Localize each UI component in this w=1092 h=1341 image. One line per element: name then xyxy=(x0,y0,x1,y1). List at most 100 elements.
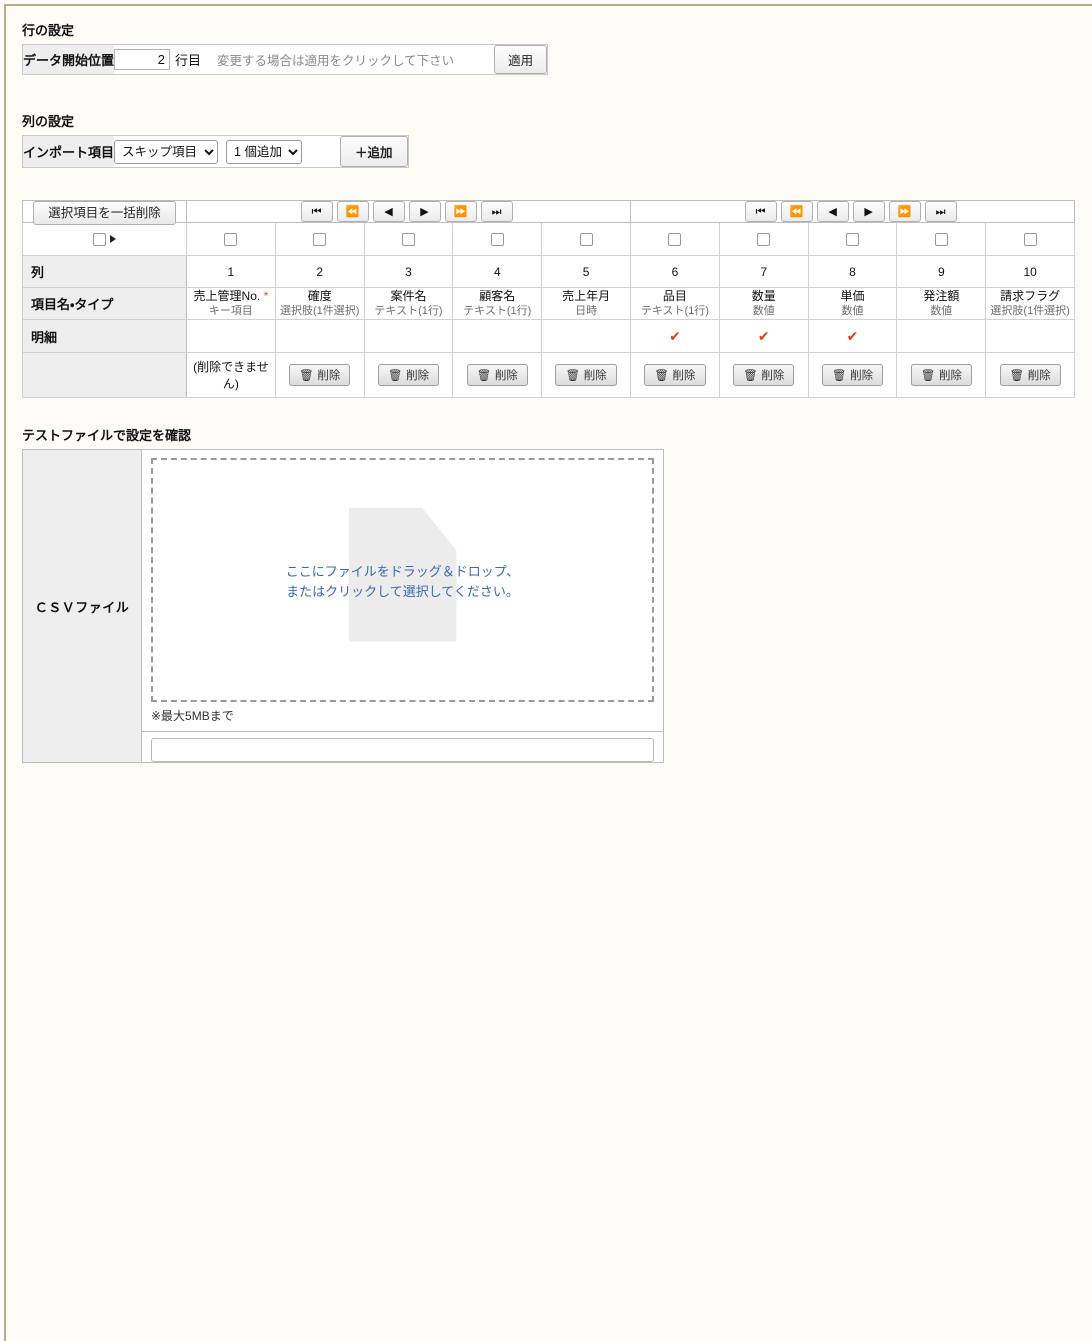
field-name: 案件名 xyxy=(390,289,427,303)
field-type: テキスト(1行) xyxy=(463,305,532,318)
delete-cell: 🗑 削除 xyxy=(452,352,543,399)
delete-cell: 🗑 削除 xyxy=(896,352,987,399)
nav-last-button[interactable]: ⏭ xyxy=(480,201,513,222)
detail-cell xyxy=(274,319,365,354)
row-settings-table: データ開始位置 行目 変更する場合は適用をクリックして下さい 適用 xyxy=(22,44,549,75)
field-type: 数値 xyxy=(841,305,864,318)
field-name: 確度 xyxy=(307,289,332,303)
nav-previous-button[interactable]: ◀ xyxy=(816,201,849,222)
field-type: テキスト(1行) xyxy=(374,305,443,318)
delete-column-8-button[interactable]: 🗑 削除 xyxy=(821,364,884,387)
delete-cell: 🗑 削除 xyxy=(985,352,1076,399)
column-5-checkbox[interactable] xyxy=(579,233,593,247)
nav-next-button[interactable]: ▶ xyxy=(852,201,885,222)
nav-fast-backward-button[interactable]: ⏪ xyxy=(780,201,813,222)
nav-next-button[interactable]: ▶ xyxy=(408,201,441,222)
select-all-checkbox[interactable] xyxy=(93,233,106,247)
max-size-note: ※最大5MBまで xyxy=(151,709,234,723)
column-7-checkbox[interactable] xyxy=(757,233,771,247)
field-name: 売上年月 xyxy=(562,289,611,303)
nav-right-group: ⏮ ⏪ ◀ ▶ ⏩ ⏭ xyxy=(630,200,1076,223)
delete-column-4-button[interactable]: 🗑 削除 xyxy=(466,364,528,387)
csv-dropzone[interactable]: ここにファイルをドラッグ＆ドロップ、 またはクリックして選択してください。 xyxy=(151,458,654,702)
detail-cell xyxy=(452,319,543,354)
trash-icon: 🗑 xyxy=(299,368,314,383)
delete-column-10-button[interactable]: 🗑 削除 xyxy=(999,364,1061,387)
delete-column-7-button[interactable]: 🗑 削除 xyxy=(733,364,795,387)
nav-last-button[interactable]: ⏭ xyxy=(924,201,957,222)
bottom-text-input[interactable] xyxy=(151,738,654,762)
detail-check-icon: ✔ xyxy=(757,327,770,344)
column-8-checkbox[interactable] xyxy=(846,233,860,247)
column-number: 3 xyxy=(363,255,454,288)
detail-cell xyxy=(541,319,632,354)
field-cell[interactable]: 顧客名テキスト(1行) xyxy=(452,286,543,321)
delete-column-2-button[interactable]: 🗑 削除 xyxy=(289,364,351,387)
delete-column-3-button[interactable]: 🗑 削除 xyxy=(377,364,440,387)
column-checkbox-cell xyxy=(630,222,720,256)
column-settings-title: 列の設定 xyxy=(22,114,75,129)
data-start-row-input[interactable] xyxy=(114,49,171,70)
column-9-checkbox[interactable] xyxy=(934,233,948,247)
field-name-type-row: 項目名・タイプ 売上管理No. * キー項目 確度 選択肢(1件選択) 案件名 テキスト(1… xyxy=(22,286,1076,321)
nav-first-button[interactable]: ⏮ xyxy=(744,201,777,222)
column-10-checkbox[interactable] xyxy=(1023,233,1037,247)
field-cell[interactable]: 案件名テキスト(1行) xyxy=(363,286,454,321)
nav-first-button[interactable]: ⏮ xyxy=(300,201,333,222)
nav-fast-forward-button[interactable]: ⏩ xyxy=(444,201,477,222)
field-cell[interactable]: 請求フラグ 選択肢(1件選択) xyxy=(985,286,1076,321)
field-cell[interactable]: 売上管理No. * キー項目 xyxy=(186,286,276,321)
delete-cell: 🗑 削除 xyxy=(274,352,365,399)
import-item-controls: スキップ項目 1 個追加 ＋追加 xyxy=(114,136,408,168)
column-1-checkbox[interactable] xyxy=(224,233,238,247)
select-all-cell xyxy=(22,222,187,256)
field-name: 単価 xyxy=(840,289,865,303)
apply-button[interactable]: 適用 xyxy=(494,45,548,74)
add-column-button[interactable]: ＋追加 xyxy=(340,136,408,167)
import-item-type-select[interactable]: スキップ項目 xyxy=(114,139,219,164)
dropzone-inner: ここにファイルをドラッグ＆ドロップ、 またはクリックして選択してください。 xyxy=(153,460,652,700)
delete-cell: 🗑 削除 xyxy=(541,352,632,399)
field-name: 顧客名 xyxy=(479,289,516,303)
delete-column-6-button[interactable]: 🗑 削除 xyxy=(644,364,706,387)
field-type: 選択肢(1件選択) xyxy=(990,305,1070,318)
expand-arrow-icon[interactable] xyxy=(110,235,116,244)
column-number: 10 xyxy=(985,255,1076,288)
test-file-section: テストファイルで設定を確認 ＣＳＶファイル ここにファイルをドラッグ＆ドロップ、… xyxy=(22,425,664,763)
field-cell[interactable]: 数量 数値 xyxy=(718,286,809,321)
detail-row: 明細 ✔ ✔ ✔ xyxy=(22,319,1076,354)
mapping-toolbar-row: 選択項目を一括削除 ⏮ ⏪ ◀ ▶ ⏩ ⏭ ⏮ ⏪ ◀ ▶ ⏩ ⏭ xyxy=(22,200,1076,225)
detail-cell: ✔ xyxy=(630,319,720,354)
checkbox-row xyxy=(22,222,1076,256)
data-start-position-cell: 行目 変更する場合は適用をクリックして下さい 適用 xyxy=(114,45,548,75)
delete-selected-cell: 選択項目を一括削除 xyxy=(22,200,187,225)
trash-icon: 🗑 xyxy=(920,368,936,383)
delete-column-5-button[interactable]: 🗑 削除 xyxy=(555,364,617,387)
row-label-actions xyxy=(22,352,187,399)
nav-fast-forward-button[interactable]: ⏩ xyxy=(888,201,921,222)
trash-icon: 🗑 xyxy=(743,368,758,383)
detail-cell: ✔ xyxy=(718,319,809,354)
row-settings-title: 行の設定 xyxy=(22,23,75,38)
field-cell[interactable]: 売上年月 日時 xyxy=(541,286,632,321)
column-6-checkbox[interactable] xyxy=(668,233,682,247)
field-cell[interactable]: 確度 選択肢(1件選択) xyxy=(274,286,365,321)
delete-selected-button[interactable]: 選択項目を一括削除 xyxy=(33,201,176,225)
nav-fast-backward-button[interactable]: ⏪ xyxy=(336,201,369,222)
field-cell[interactable]: 品目 テキスト(1行) xyxy=(630,286,720,321)
column-2-checkbox[interactable] xyxy=(313,233,327,247)
column-3-checkbox[interactable] xyxy=(401,233,415,247)
delete-column-9-button[interactable]: 🗑 削除 xyxy=(910,364,972,387)
import-item-count-select[interactable]: 1 個追加 xyxy=(226,139,303,164)
field-cell[interactable]: 単価 数値 xyxy=(807,286,898,321)
column-4-checkbox[interactable] xyxy=(490,233,504,247)
column-mapping-table: 選択項目を一括削除 ⏮ ⏪ ◀ ▶ ⏩ ⏭ ⏮ ⏪ ◀ ▶ ⏩ ⏭ 列 1 2 3 4 5 6 7 8 9 10 項目名・タイプ… xyxy=(22,200,1076,399)
detail-cell: ✔ xyxy=(807,319,898,354)
column-checkbox-cell xyxy=(452,222,543,256)
field-cell[interactable]: 発注額 数値 xyxy=(896,286,987,321)
column-checkbox-cell xyxy=(274,222,365,256)
detail-check-icon: ✔ xyxy=(669,327,681,344)
nav-previous-button[interactable]: ◀ xyxy=(372,201,405,222)
column-number: 4 xyxy=(452,255,543,288)
field-type: テキスト(1行) xyxy=(640,305,709,318)
